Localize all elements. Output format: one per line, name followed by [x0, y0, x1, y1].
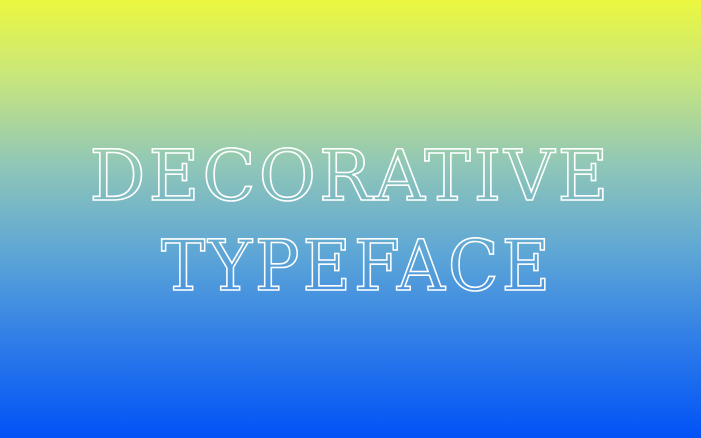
title-line-2: TYPEFACE	[161, 225, 553, 307]
gradient-background: DECORATIVE TYPEFACE	[0, 0, 701, 438]
decorative-title: DECORATIVE TYPEFACE	[89, 134, 612, 308]
title-line-1: DECORATIVE	[90, 135, 612, 217]
